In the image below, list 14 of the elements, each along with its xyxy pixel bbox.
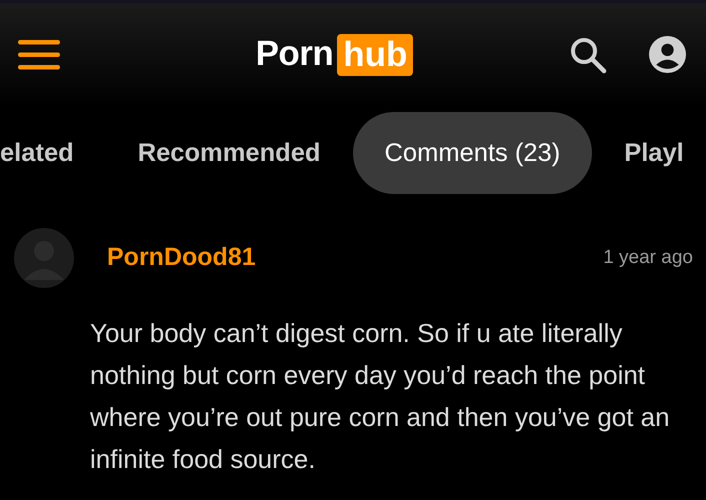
username[interactable]: PornDood81 [107, 239, 256, 277]
menu-icon [18, 40, 60, 70]
menu-button[interactable] [18, 40, 60, 70]
tab[interactable]: Playl [592, 112, 684, 194]
user-icon [649, 36, 686, 73]
logo-text[interactable]: Porn [256, 28, 334, 81]
comment-text: Your body can’t digest corn. So if u ate literally nothing but corn every day you’d reach the point where you’re out pure corn and then you’ve got an infinite food source. [90, 317, 671, 476]
search-button[interactable] [569, 36, 607, 74]
comment-time: 1 year ago [603, 246, 693, 270]
tab[interactable]: Recommended [106, 112, 352, 194]
account-button[interactable] [649, 36, 686, 73]
tab[interactable]: elated [0, 112, 106, 194]
search-icon [569, 36, 607, 74]
tab[interactable]: Comments (23) [352, 112, 592, 194]
